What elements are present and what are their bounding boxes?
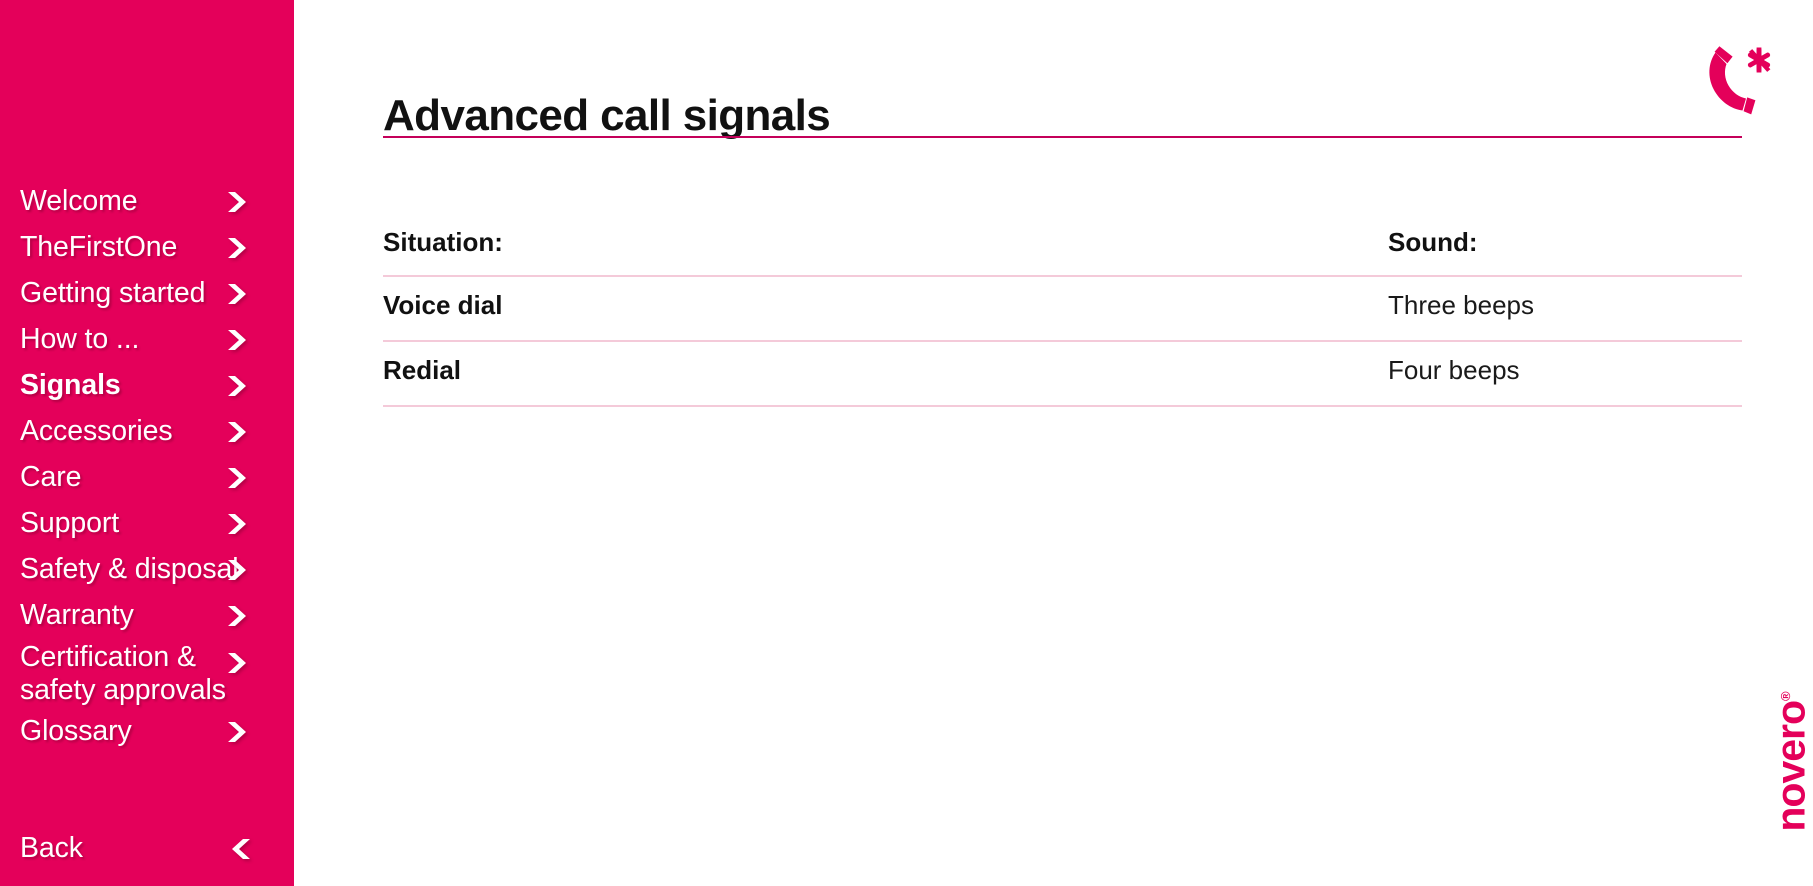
table-row: Redial Four beeps xyxy=(383,342,1742,407)
chevron-right-icon xyxy=(226,559,252,581)
chevron-right-icon xyxy=(226,513,252,535)
chevron-right-icon xyxy=(226,191,252,213)
sidebar-item-welcome[interactable]: Welcome xyxy=(0,178,294,224)
novero-logo-wordmark: novero xyxy=(1767,700,1813,832)
sidebar-item-label: TheFirstOne xyxy=(20,231,178,263)
sidebar-item-label: Glossary xyxy=(20,715,132,747)
sidebar-item-thefirstone[interactable]: TheFirstOne xyxy=(0,224,294,270)
sidebar-item-label: Care xyxy=(20,461,82,493)
sidebar-nav-list: Welcome TheFirstOne Getting started How … xyxy=(0,178,294,754)
cell-situation: Voice dial xyxy=(383,290,503,320)
sidebar-item-warranty[interactable]: Warranty xyxy=(0,592,294,638)
table-header-row: Situation: Sound: xyxy=(383,214,1742,277)
chevron-right-icon xyxy=(226,375,252,397)
cell-sound: Three beeps xyxy=(1388,290,1534,320)
sidebar-item-label: Safety & disposal xyxy=(20,553,239,585)
chevron-right-icon xyxy=(226,283,252,305)
registered-trademark-icon: ® xyxy=(1777,692,1793,701)
chevron-right-icon xyxy=(226,721,252,743)
title-divider xyxy=(383,136,1742,138)
sidebar-item-care[interactable]: Care xyxy=(0,454,294,500)
sidebar-item-label: Support xyxy=(20,507,120,539)
back-button[interactable]: Back xyxy=(0,825,294,871)
chevron-right-icon xyxy=(226,652,252,674)
sidebar-item-label: Signals xyxy=(20,369,121,401)
sidebar-item-support[interactable]: Support xyxy=(0,500,294,546)
column-header-situation: Situation: xyxy=(383,227,503,257)
sidebar-item-label: Certification & safety approvals xyxy=(20,641,226,706)
chevron-right-icon xyxy=(226,329,252,351)
chevron-right-icon xyxy=(226,467,252,489)
chevron-right-icon xyxy=(226,605,252,627)
sidebar-item-signals[interactable]: Signals xyxy=(0,362,294,408)
sidebar-item-certification-and-safety-approvals[interactable]: Certification & safety approvals xyxy=(0,638,294,708)
sidebar-item-safety-and-disposal[interactable]: Safety & disposal xyxy=(0,546,294,592)
page-title: Advanced call signals xyxy=(383,91,831,141)
novero-logo: novero® xyxy=(1767,682,1813,842)
sidebar-item-label: Accessories xyxy=(20,415,173,447)
table-row: Voice dial Three beeps xyxy=(383,277,1742,342)
sidebar-item-label: How to ... xyxy=(20,323,140,355)
chevron-left-icon xyxy=(226,838,252,860)
sidebar-navigation: Welcome TheFirstOne Getting started How … xyxy=(0,0,294,886)
chevron-right-icon xyxy=(226,421,252,443)
novero-logo-text: novero® xyxy=(1767,692,1813,832)
cell-situation: Redial xyxy=(383,355,462,385)
sidebar-item-label: Warranty xyxy=(20,599,134,631)
sidebar-item-getting-started[interactable]: Getting started xyxy=(0,270,294,316)
sidebar-item-label: Welcome xyxy=(20,185,138,217)
sidebar-item-accessories[interactable]: Accessories xyxy=(0,408,294,454)
sidebar-item-label: Getting started xyxy=(20,277,206,309)
chevron-right-icon xyxy=(226,237,252,259)
main-content: Advanced call signals Situation: Sound: xyxy=(294,0,1813,886)
phone-handset-asterisk-icon xyxy=(1701,40,1773,116)
sidebar-item-how-to[interactable]: How to ... xyxy=(0,316,294,362)
signals-table: Situation: Sound: Voice dial Three beeps… xyxy=(383,214,1742,407)
column-header-sound: Sound: xyxy=(1388,227,1478,257)
cell-sound: Four beeps xyxy=(1388,355,1520,385)
back-button-label: Back xyxy=(20,832,83,864)
sidebar-item-glossary[interactable]: Glossary xyxy=(0,708,294,754)
